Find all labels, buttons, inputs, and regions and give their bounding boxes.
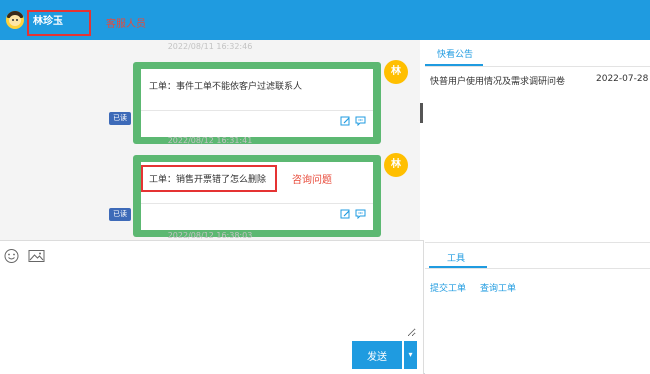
annotation-label-question: 咨询问题: [292, 175, 332, 186]
right-sidebar: 快看公告 快普用户使用情况及需求调研问卷 2022-07-28 工具 提交工单 …: [425, 40, 650, 374]
smiley-icon[interactable]: [3, 248, 20, 264]
message-bubble: 工单：事件工单不能依客户过滤联系人: [133, 62, 381, 144]
read-status-badge: 已读: [109, 112, 131, 125]
announcement-title[interactable]: 快普用户使用情况及需求调研问卷: [430, 74, 565, 87]
compose-panel: 发送 ▾: [0, 240, 424, 374]
send-button[interactable]: 发送: [352, 341, 402, 369]
announcement-date: 2022-07-28: [596, 74, 649, 84]
sender-avatar: 林: [384, 60, 408, 84]
comment-icon[interactable]: [355, 209, 366, 219]
annotation-label-staff: 客服人员: [106, 19, 146, 30]
edit-icon[interactable]: [340, 209, 351, 219]
submit-ticket-link[interactable]: 提交工单: [430, 281, 466, 294]
message-text: 工单：事件工单不能依客户过滤联系人: [149, 82, 303, 92]
annotation-box-question: [141, 165, 277, 192]
chat-history: 2022/08/11 16:32:46 工单：事件工单不能依客户过滤联系人 林 …: [0, 40, 420, 240]
sender-avatar: 林: [384, 153, 408, 177]
message-timestamp: 2022/08/12 16:38:03: [167, 231, 253, 240]
scrollbar-thumb[interactable]: [420, 103, 423, 123]
chat-scrollbar[interactable]: [418, 40, 424, 240]
tab-announcements[interactable]: 快看公告: [437, 47, 473, 60]
send-options-dropdown[interactable]: ▾: [404, 341, 417, 369]
message-timestamp: 2022/08/12 16:31:41: [167, 136, 253, 145]
image-icon[interactable]: [28, 248, 45, 264]
comment-icon[interactable]: [355, 116, 366, 126]
annotation-box-user: [27, 10, 91, 36]
tab-tools[interactable]: 工具: [447, 251, 465, 264]
user-avatar: [6, 11, 24, 29]
edit-icon[interactable]: [340, 116, 351, 126]
message-timestamp: 2022/08/11 16:32:46: [167, 42, 253, 51]
message-input[interactable]: [8, 271, 416, 337]
header-bar: 林珍玉 客服人员: [0, 0, 650, 40]
read-status-badge: 已读: [109, 208, 131, 221]
query-ticket-link[interactable]: 查询工单: [480, 281, 516, 294]
